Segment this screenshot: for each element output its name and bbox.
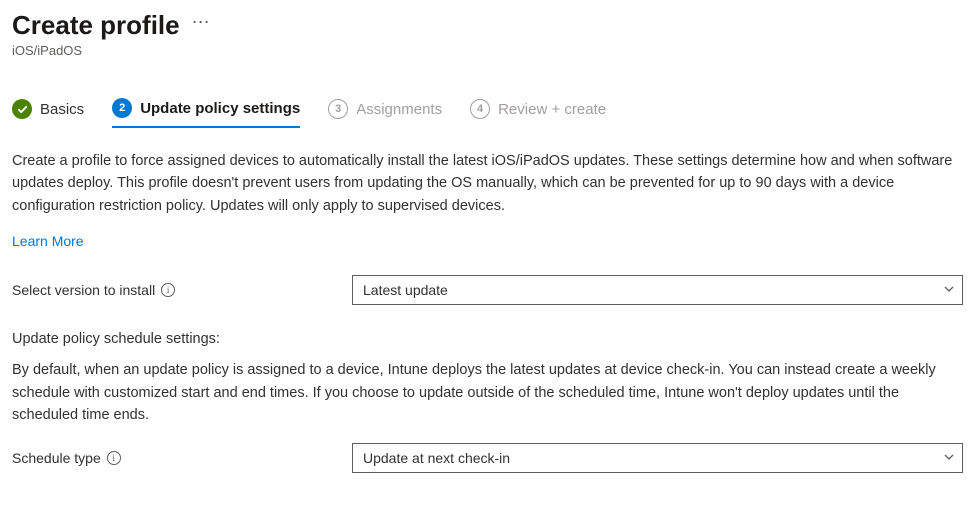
step-number-icon: 4 [470,99,490,119]
page-subtitle: iOS/iPadOS [12,43,963,58]
tab-label: Assignments [356,101,442,118]
description-text: Create a profile to force assigned devic… [12,150,963,217]
step-number-icon: 3 [328,99,348,119]
version-select[interactable]: Latest update [352,275,963,305]
version-label: Select version to install i [12,282,352,298]
more-icon[interactable]: ⋯ [192,12,212,39]
schedule-section-label: Update policy schedule settings: [12,331,963,347]
learn-more-link[interactable]: Learn More [12,233,84,249]
tab-label: Review + create [498,101,606,118]
tab-review-create[interactable]: 4 Review + create [470,99,606,127]
wizard-tabs: Basics 2 Update policy settings 3 Assign… [12,98,963,128]
schedule-type-label: Schedule type i [12,450,352,466]
page-title: Create profile [12,10,180,41]
tab-assignments[interactable]: 3 Assignments [328,99,442,127]
tab-label: Basics [40,101,84,118]
schedule-type-select[interactable]: Update at next check-in [352,443,963,473]
tab-label: Update policy settings [140,100,300,117]
info-icon[interactable]: i [161,283,175,297]
tab-update-policy-settings[interactable]: 2 Update policy settings [112,98,300,128]
info-icon[interactable]: i [107,451,121,465]
check-icon [12,99,32,119]
schedule-description: By default, when an update policy is ass… [12,359,963,426]
tab-basics[interactable]: Basics [12,99,84,127]
step-number-icon: 2 [112,98,132,118]
